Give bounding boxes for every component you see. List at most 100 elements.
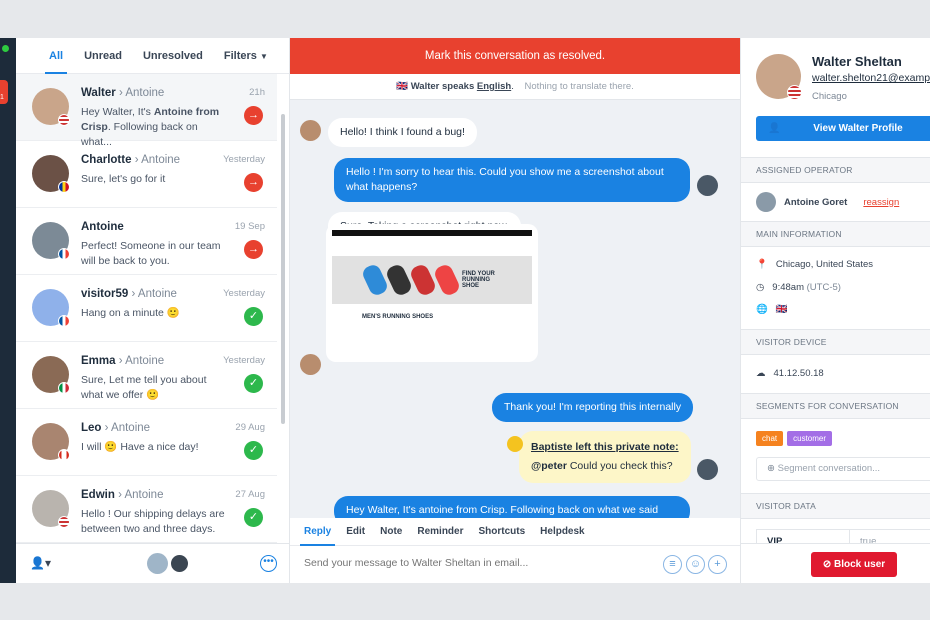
profile-panel: Walter Sheltan walter.shelton21@example.… <box>740 38 930 583</box>
note-mention: @peter <box>531 460 567 472</box>
message-preview: Sure, let's go for it <box>81 172 231 187</box>
tab-filters[interactable]: Filters ▼ <box>224 38 268 74</box>
language-link[interactable]: English <box>477 81 511 92</box>
message-preview-text: Perfect! Someone in our team will be bac… <box>81 240 221 267</box>
check-icon[interactable]: ✓ <box>244 307 263 326</box>
inbox-badge[interactable]: 1 <box>0 80 8 104</box>
conversation-time: 29 Aug <box>235 422 265 433</box>
emoji-icon[interactable]: ☺ <box>686 555 705 574</box>
operator-avatar <box>697 175 718 196</box>
tab-unresolved[interactable]: Unresolved <box>143 38 203 74</box>
arrow-right-icon[interactable]: → <box>244 173 263 192</box>
message-bubble: Hello! I think I found a bug! <box>328 118 477 147</box>
profile-footer: ⊘ Block user <box>741 543 930 583</box>
message-input[interactable] <box>304 557 624 569</box>
operator-avatar[interactable] <box>169 553 190 574</box>
tab-helpdesk[interactable]: Helpdesk <box>540 518 584 546</box>
operator-name: Antoine Goret <box>784 196 848 208</box>
message-preview-text: Sure, let's go for it <box>81 173 166 185</box>
it-flag-icon <box>58 382 70 394</box>
message-thread: Hello! I think I found a bug! Hello ! I'… <box>290 100 740 518</box>
fr-flag-icon <box>58 315 70 327</box>
filters-label: Filters <box>223 49 257 62</box>
ro-flag-icon <box>58 181 70 193</box>
tab-reply[interactable]: Reply <box>299 518 336 546</box>
message-bubble: Thank you! I'm reporting this internally <box>492 393 694 422</box>
message-bubble: Hello ! I'm sorry to hear this. Could yo… <box>334 158 690 202</box>
tab-note[interactable]: Note <box>380 518 402 546</box>
section-visitor-data[interactable]: VISITOR DATA <box>741 493 930 519</box>
operator-avatar[interactable] <box>147 553 168 574</box>
message-preview-text: Sure, Let me tell you about what we offe… <box>81 374 207 401</box>
user-icon: 👤 <box>768 123 781 134</box>
tab-reminder[interactable]: Reminder <box>417 518 463 546</box>
message-preview: Hang on a minute 🙂 <box>81 306 231 321</box>
contact-name: Leo <box>81 422 102 434</box>
operator-select-icon[interactable]: 👤▾ <box>30 556 51 570</box>
operator-name: Antoine <box>125 87 165 99</box>
block-user-button[interactable]: ⊘ Block user <box>811 552 897 577</box>
note-icon <box>507 436 523 452</box>
tab-edit[interactable]: Edit <box>346 518 365 546</box>
operator-avatar <box>756 192 776 212</box>
translation-bar: 🇬🇧 Walter speaks English. Nothing to tra… <box>290 74 740 100</box>
scrollbar[interactable] <box>281 114 285 424</box>
composer: Reply Edit Note Reminder Shortcuts Helpd… <box>290 518 740 583</box>
conversation-item[interactable]: Charlotte › Antoine Sure, let's go for i… <box>16 141 277 208</box>
visitor-avatar <box>300 354 321 375</box>
message-bubble: Hey Walter, It's antoine from Crisp. Fol… <box>334 496 690 518</box>
check-icon[interactable]: ✓ <box>244 374 263 393</box>
contact-name: Emma <box>81 355 116 367</box>
operator-name: Antoine <box>124 489 164 501</box>
arrow-right-icon[interactable]: → <box>244 106 263 125</box>
segment-tag-customer[interactable]: customer <box>787 431 833 446</box>
block-user-label: Block user <box>834 559 886 570</box>
conversation-item[interactable]: Emma › Antoine Sure, Let me tell you abo… <box>16 342 277 409</box>
arrow-right-icon[interactable]: → <box>244 240 263 259</box>
ca-flag-icon <box>58 449 70 461</box>
plus-icon[interactable]: + <box>708 555 727 574</box>
operator-name: Antoine <box>137 288 177 300</box>
app-sidebar: 1 <box>0 38 16 583</box>
more-icon[interactable]: ••• <box>260 555 277 572</box>
profile-email[interactable]: walter.shelton21@example.com <box>812 72 930 84</box>
profile-city: Chicago <box>812 91 847 102</box>
check-icon[interactable]: ✓ <box>244 508 263 527</box>
shortcuts-icon[interactable]: ≡ <box>663 555 682 574</box>
segment-input[interactable]: ⊕ Segment conversation... <box>756 457 930 481</box>
section-segments[interactable]: SEGMENTS FOR CONVERSATION <box>741 393 930 419</box>
view-profile-label: View Walter Profile <box>813 123 903 134</box>
translate-prefix: Walter speaks <box>410 81 475 92</box>
reassign-link[interactable]: reassign <box>863 197 899 208</box>
segment-tag-chat[interactable]: chat <box>756 431 784 446</box>
screenshot-attachment[interactable]: FIND YOUR RUNNING SHOE MEN'S RUNNING SHO… <box>326 224 538 362</box>
message-preview-text: Hey Walter, It's <box>81 106 154 118</box>
conversation-item[interactable]: visitor59 › Antoine Hang on a minute 🙂 Y… <box>16 275 277 342</box>
message-preview: Sure, Let me tell you about what we offe… <box>81 373 231 403</box>
conversation-item[interactable]: Leo › Antoine I will 🙂 Have a nice day! … <box>16 409 277 476</box>
message-preview: Perfect! Someone in our team will be bac… <box>81 239 231 269</box>
conversation-time: Yesterday <box>223 355 265 366</box>
conversation-item[interactable]: Walter › Antoine Hey Walter, It's Antoin… <box>16 74 277 148</box>
contact-name: Charlotte <box>81 154 132 166</box>
location-text: Chicago, United States <box>775 259 874 270</box>
note-header: Baptiste left this private note: <box>531 441 679 453</box>
section-visitor-device[interactable]: VISITOR DEVICE <box>741 329 930 355</box>
tab-all[interactable]: All <box>44 38 68 74</box>
conversation-list-panel: All Unread Unresolved Filters ▼ Walter ›… <box>16 38 290 583</box>
tab-shortcuts[interactable]: Shortcuts <box>478 518 525 546</box>
tab-unread[interactable]: Unread <box>84 38 122 74</box>
view-profile-button[interactable]: 👤 View Walter Profile <box>756 116 930 141</box>
conversation-item[interactable]: Antoine Perfect! Someone in our team wil… <box>16 208 277 275</box>
cloud-icon: ☁ <box>756 368 766 379</box>
message-preview-text: Hello ! Our shipping delays are between … <box>81 508 225 535</box>
section-main-information[interactable]: MAIN INFORMATION <box>741 221 930 247</box>
conversation-item[interactable]: Edwin › Antoine Hello ! Our shipping del… <box>16 476 277 543</box>
caret-down-icon: ▼ <box>259 51 268 61</box>
location-row: 📍 Chicago, United States <box>756 259 873 270</box>
conversation-time: 27 Aug <box>235 489 265 500</box>
check-icon[interactable]: ✓ <box>244 441 263 460</box>
section-assigned-operator[interactable]: ASSIGNED OPERATOR <box>741 157 930 183</box>
ip-address: 41.12.50.18 <box>773 368 824 379</box>
resolve-conversation-button[interactable]: Mark this conversation as resolved. <box>290 38 740 74</box>
